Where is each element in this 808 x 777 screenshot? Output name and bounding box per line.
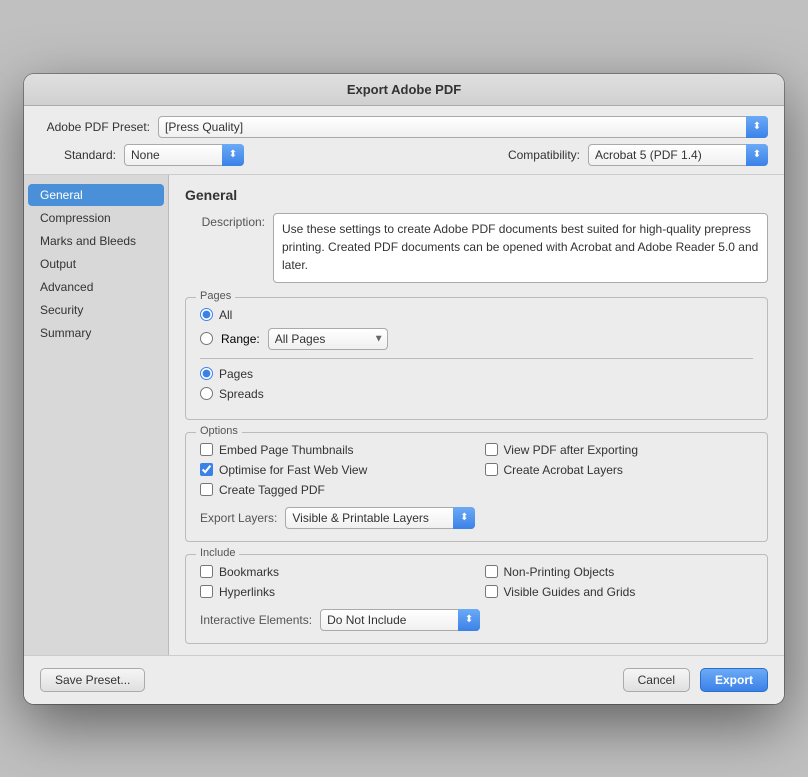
export-pdf-dialog: Export Adobe PDF Adobe PDF Preset: [Pres… — [24, 74, 784, 704]
standard-label: Standard: — [40, 148, 116, 162]
sidebar-item-security[interactable]: Security — [28, 299, 164, 321]
spreads-radio-row: Spreads — [200, 387, 753, 401]
visible-guides-row: Visible Guides and Grids — [485, 585, 754, 599]
range-radio[interactable] — [200, 332, 213, 345]
hyperlinks-checkbox[interactable] — [200, 585, 213, 598]
bookmarks-checkbox[interactable] — [200, 565, 213, 578]
pages-radio-row: Pages — [200, 367, 753, 381]
create-acrobat-checkbox[interactable] — [485, 463, 498, 476]
pages-label: Pages — [219, 367, 253, 381]
sidebar-item-general[interactable]: General — [28, 184, 164, 206]
interactive-select-wrapper: Do Not Include Include All ⬍ — [320, 609, 480, 631]
create-tagged-label: Create Tagged PDF — [219, 483, 325, 497]
visible-guides-checkbox[interactable] — [485, 585, 498, 598]
content-area: General Description: Use these settings … — [169, 175, 784, 655]
preset-label: Adobe PDF Preset: — [40, 120, 150, 134]
spreads-radio[interactable] — [200, 387, 213, 400]
options-checkbox-grid: Embed Page Thumbnails View PDF after Exp… — [200, 443, 753, 497]
create-tagged-checkbox[interactable] — [200, 483, 213, 496]
compatibility-select[interactable]: Acrobat 4 (PDF 1.3) Acrobat 5 (PDF 1.4) … — [588, 144, 768, 166]
optimise-label: Optimise for Fast Web View — [219, 463, 367, 477]
create-tagged-row: Create Tagged PDF — [200, 483, 469, 497]
include-group-title: Include — [196, 547, 239, 559]
view-pdf-checkbox[interactable] — [485, 443, 498, 456]
description-row: Description: Use these settings to creat… — [185, 213, 768, 283]
interactive-elements-label: Interactive Elements: — [200, 613, 312, 627]
export-layers-row: Export Layers: Visible & Printable Layer… — [200, 507, 753, 529]
cancel-button[interactable]: Cancel — [623, 668, 690, 692]
sidebar-item-compression[interactable]: Compression — [28, 207, 164, 229]
main-area: General Compression Marks and Bleeds Out… — [24, 175, 784, 655]
options-group-title: Options — [196, 425, 242, 437]
standard-compatibility-row: Standard: None PDF/X-1a PDF/X-3 PDF/X-4 … — [40, 144, 768, 166]
range-row: Range: All Pages Custom ▼ — [200, 328, 753, 350]
standard-group: Standard: None PDF/X-1a PDF/X-3 PDF/X-4 … — [40, 144, 244, 166]
all-radio-row: All — [200, 308, 753, 322]
include-checkbox-grid: Bookmarks Non-Printing Objects Hyperlink… — [200, 565, 753, 599]
create-acrobat-label: Create Acrobat Layers — [504, 463, 623, 477]
preset-select-wrapper: [Press Quality] [High Quality Print] [PD… — [158, 116, 768, 138]
preset-row: Adobe PDF Preset: [Press Quality] [High … — [40, 116, 768, 138]
export-layers-select[interactable]: Visible & Printable Layers Visible Layer… — [285, 507, 475, 529]
pages-divider — [200, 358, 753, 359]
non-printing-checkbox[interactable] — [485, 565, 498, 578]
create-acrobat-row: Create Acrobat Layers — [485, 463, 754, 477]
sidebar-item-summary[interactable]: Summary — [28, 322, 164, 344]
embed-thumbnails-checkbox[interactable] — [200, 443, 213, 456]
export-layers-select-wrapper: Visible & Printable Layers Visible Layer… — [285, 507, 475, 529]
dialog-titlebar: Export Adobe PDF — [24, 74, 784, 106]
embed-thumbnails-row: Embed Page Thumbnails — [200, 443, 469, 457]
compatibility-label: Compatibility: — [508, 148, 580, 162]
sidebar-item-advanced[interactable]: Advanced — [28, 276, 164, 298]
interactive-elements-row: Interactive Elements: Do Not Include Inc… — [200, 609, 753, 631]
bookmarks-label: Bookmarks — [219, 565, 279, 579]
description-label: Description: — [185, 213, 265, 283]
hyperlinks-row: Hyperlinks — [200, 585, 469, 599]
section-title: General — [185, 187, 768, 203]
range-label: Range: — [221, 332, 260, 346]
standard-select[interactable]: None PDF/X-1a PDF/X-3 PDF/X-4 — [124, 144, 244, 166]
options-group: Options Embed Page Thumbnails View PDF a… — [185, 432, 768, 542]
sidebar: General Compression Marks and Bleeds Out… — [24, 175, 169, 655]
range-select-wrapper: All Pages Custom ▼ — [268, 328, 388, 350]
pages-group: Pages All Range: All Pages Custom ▼ — [185, 297, 768, 420]
non-printing-label: Non-Printing Objects — [504, 565, 615, 579]
embed-thumbnails-label: Embed Page Thumbnails — [219, 443, 354, 457]
view-pdf-label: View PDF after Exporting — [504, 443, 639, 457]
preset-select[interactable]: [Press Quality] [High Quality Print] [PD… — [158, 116, 768, 138]
all-radio[interactable] — [200, 308, 213, 321]
view-pdf-row: View PDF after Exporting — [485, 443, 754, 457]
hyperlinks-label: Hyperlinks — [219, 585, 275, 599]
bookmarks-row: Bookmarks — [200, 565, 469, 579]
include-group: Include Bookmarks Non-Printing Objects H… — [185, 554, 768, 644]
bottom-right-buttons: Cancel Export — [623, 668, 768, 692]
optimise-row: Optimise for Fast Web View — [200, 463, 469, 477]
description-box: Use these settings to create Adobe PDF d… — [273, 213, 768, 283]
spreads-label: Spreads — [219, 387, 264, 401]
sidebar-item-marks-bleeds[interactable]: Marks and Bleeds — [28, 230, 164, 252]
range-select[interactable]: All Pages Custom — [268, 328, 388, 350]
interactive-select[interactable]: Do Not Include Include All — [320, 609, 480, 631]
optimise-checkbox[interactable] — [200, 463, 213, 476]
pages-group-title: Pages — [196, 290, 235, 302]
pages-radio[interactable] — [200, 367, 213, 380]
standard-select-wrapper: None PDF/X-1a PDF/X-3 PDF/X-4 ⬍ — [124, 144, 244, 166]
all-label: All — [219, 308, 232, 322]
non-printing-row: Non-Printing Objects — [485, 565, 754, 579]
export-button[interactable]: Export — [700, 668, 768, 692]
visible-guides-label: Visible Guides and Grids — [504, 585, 636, 599]
save-preset-button[interactable]: Save Preset... — [40, 668, 145, 692]
compatibility-select-wrapper: Acrobat 4 (PDF 1.3) Acrobat 5 (PDF 1.4) … — [588, 144, 768, 166]
compatibility-group: Compatibility: Acrobat 4 (PDF 1.3) Acrob… — [508, 144, 768, 166]
sidebar-item-output[interactable]: Output — [28, 253, 164, 275]
dialog-title: Export Adobe PDF — [347, 82, 461, 97]
export-layers-label: Export Layers: — [200, 511, 277, 525]
top-controls: Adobe PDF Preset: [Press Quality] [High … — [24, 106, 784, 175]
bottom-bar: Save Preset... Cancel Export — [24, 655, 784, 704]
